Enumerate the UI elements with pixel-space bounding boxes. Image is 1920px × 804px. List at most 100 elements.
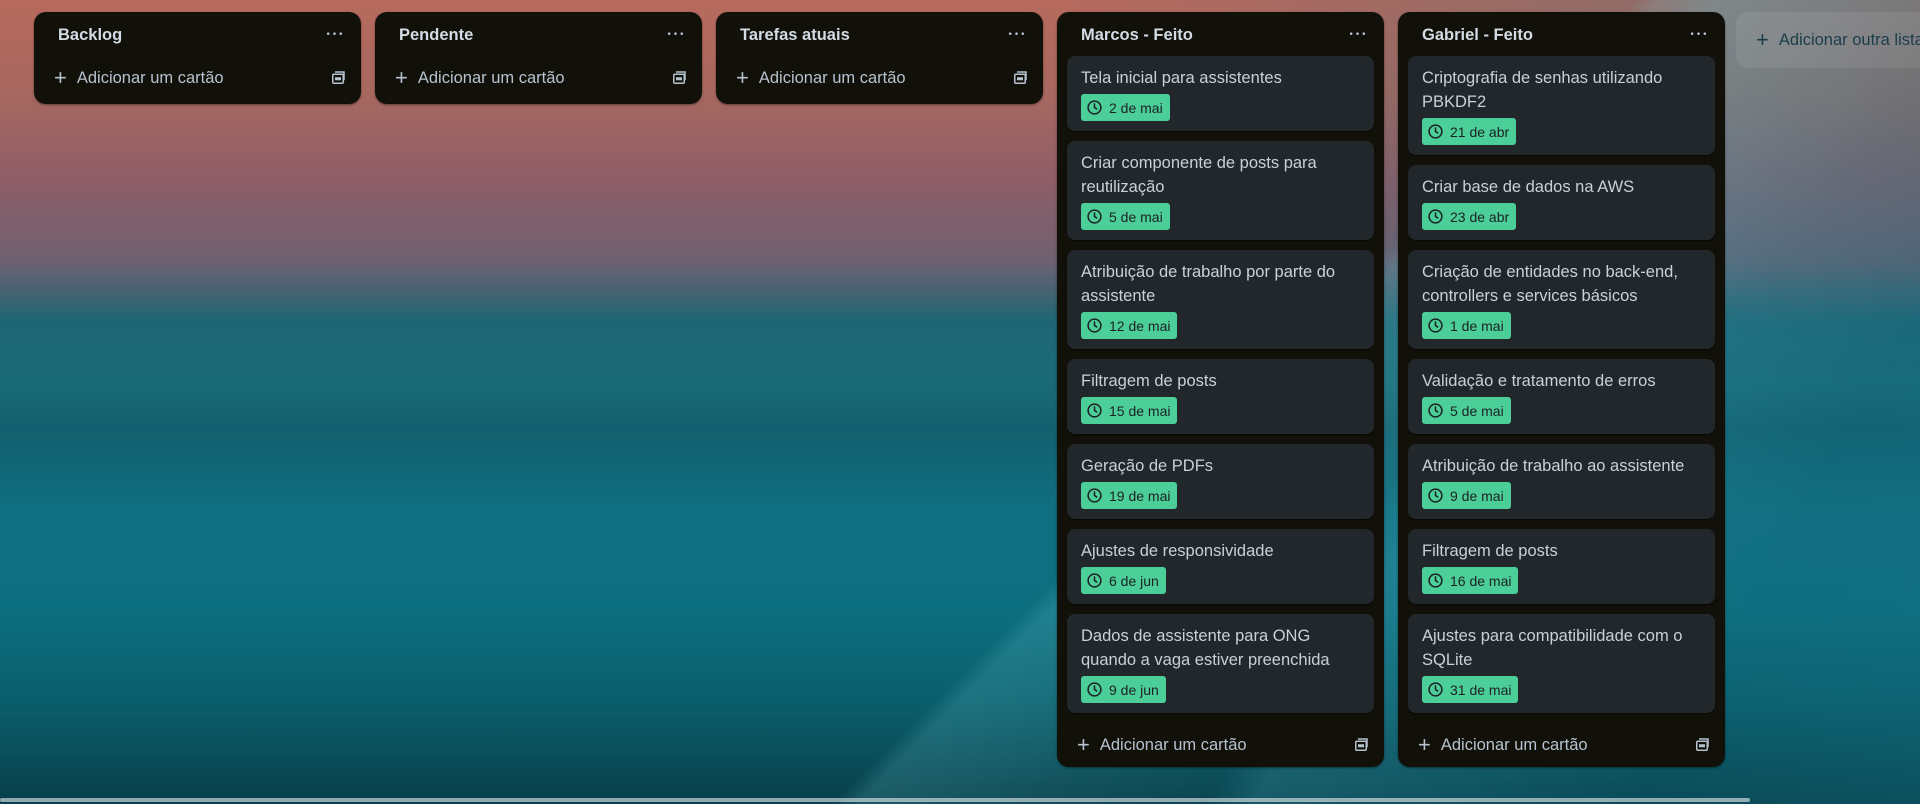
list-title[interactable]: Tarefas atuais (740, 26, 850, 45)
card[interactable]: Atribuição de trabalho ao assistente 9 de… (1408, 444, 1715, 519)
horizontal-scrollbar[interactable] (0, 798, 1750, 802)
due-date-badge[interactable]: 1 de mai (1422, 312, 1511, 339)
list-4[interactable]: Gabriel - Feito ••• Criptografia de senhas… (1398, 12, 1725, 767)
due-date-text: 23 de abr (1450, 208, 1510, 225)
list-header: Pendente ••• (375, 12, 702, 52)
more-icon[interactable]: ••• (1005, 23, 1029, 47)
clock-icon (1086, 487, 1103, 504)
list-0[interactable]: Backlog ••• + Adicionar um cartão (34, 12, 361, 104)
due-date-badge[interactable]: 21 de abr (1422, 118, 1517, 145)
card-list: Tela inicial para assistentes 2 de mai Cri… (1057, 52, 1384, 713)
card-template-icon[interactable] (670, 69, 688, 87)
add-list-label: Adicionar outra lista (1778, 30, 1920, 49)
card-title: Criação de entidades no back-end, contro… (1422, 263, 1678, 305)
list-2[interactable]: Tarefas atuais ••• + Adicionar um cartão (716, 12, 1043, 104)
add-card-button[interactable]: + Adicionar um cartão (1418, 734, 1588, 756)
card-template-icon[interactable] (1352, 736, 1370, 754)
list-footer: + Adicionar um cartão (34, 52, 361, 104)
clock-icon (1086, 317, 1103, 334)
add-card-label: Adicionar um cartão (417, 68, 565, 87)
due-date-badge[interactable]: 15 de mai (1081, 397, 1178, 424)
add-card-label: Adicionar um cartão (1099, 735, 1247, 754)
due-date-badge[interactable]: 12 de mai (1081, 312, 1178, 339)
add-card-label: Adicionar um cartão (76, 68, 224, 87)
add-list-button[interactable]: + Adicionar outra lista (1736, 12, 1920, 68)
card[interactable]: Criar componente de posts para reutiliza… (1067, 141, 1374, 240)
due-date-text: 19 de mai (1109, 487, 1171, 504)
more-icon[interactable]: ••• (323, 23, 347, 47)
list-header: Backlog ••• (34, 12, 361, 52)
clock-icon (1086, 208, 1103, 225)
card-template-icon[interactable] (1011, 69, 1029, 87)
plus-icon: + (395, 65, 408, 90)
more-icon[interactable]: ••• (1687, 23, 1711, 47)
due-date-badge[interactable]: 31 de mai (1422, 676, 1519, 703)
clock-icon (1427, 681, 1444, 698)
card-title: Tela inicial para assistentes (1081, 69, 1282, 87)
due-date-badge[interactable]: 2 de mai (1081, 94, 1170, 121)
due-date-badge[interactable]: 19 de mai (1081, 482, 1178, 509)
due-date-badge[interactable]: 5 de mai (1081, 203, 1170, 230)
card-template-icon[interactable] (329, 69, 347, 87)
list-title[interactable]: Gabriel - Feito (1422, 26, 1533, 45)
due-date-badge[interactable]: 6 de jun (1081, 567, 1166, 594)
card-title: Filtragem de posts (1422, 542, 1558, 560)
due-date-text: 1 de mai (1450, 317, 1504, 334)
clock-icon (1086, 681, 1103, 698)
card[interactable]: Criar base de dados na AWS 23 de abr (1408, 165, 1715, 240)
card[interactable]: Filtragem de posts 15 de mai (1067, 359, 1374, 434)
due-date-badge[interactable]: 16 de mai (1422, 567, 1519, 594)
list-title[interactable]: Backlog (58, 26, 122, 45)
due-date-text: 15 de mai (1109, 402, 1171, 419)
card-template-icon[interactable] (1693, 736, 1711, 754)
clock-icon (1086, 572, 1103, 589)
clock-icon (1427, 402, 1444, 419)
card[interactable]: Dados de assistente para ONG quando a va… (1067, 614, 1374, 713)
add-card-button[interactable]: + Adicionar um cartão (54, 67, 224, 89)
list-footer: + Adicionar um cartão (716, 52, 1043, 104)
card[interactable]: Ajustes para compatibilidade com o SQLit… (1408, 614, 1715, 713)
list-header: Marcos - Feito ••• (1057, 12, 1384, 52)
plus-icon: + (736, 65, 749, 90)
more-icon[interactable]: ••• (664, 23, 688, 47)
plus-icon: + (54, 65, 67, 90)
plus-icon: + (1077, 732, 1090, 757)
card[interactable]: Atribuição de trabalho por parte do assi… (1067, 250, 1374, 349)
card[interactable]: Criação de entidades no back-end, contro… (1408, 250, 1715, 349)
card[interactable]: Validação e tratamento de erros 5 de mai (1408, 359, 1715, 434)
add-card-button[interactable]: + Adicionar um cartão (1077, 734, 1247, 756)
plus-icon: + (1756, 27, 1769, 52)
due-date-badge[interactable]: 5 de mai (1422, 397, 1511, 424)
list-header: Tarefas atuais ••• (716, 12, 1043, 52)
list-header: Gabriel - Feito ••• (1398, 12, 1725, 52)
plus-icon: + (1418, 732, 1431, 757)
due-date-text: 21 de abr (1450, 123, 1510, 140)
due-date-text: 31 de mai (1450, 681, 1512, 698)
due-date-text: 16 de mai (1450, 572, 1512, 589)
card[interactable]: Tela inicial para assistentes 2 de mai (1067, 56, 1374, 131)
card-title: Ajustes de responsividade (1081, 542, 1274, 560)
list-title[interactable]: Pendente (399, 26, 473, 45)
add-card-button[interactable]: + Adicionar um cartão (395, 67, 565, 89)
list-title[interactable]: Marcos - Feito (1081, 26, 1193, 45)
card-title: Filtragem de posts (1081, 372, 1217, 390)
clock-icon (1427, 123, 1444, 140)
list-1[interactable]: Pendente ••• + Adicionar um cartão (375, 12, 702, 104)
due-date-badge[interactable]: 9 de mai (1422, 482, 1511, 509)
due-date-badge[interactable]: 9 de jun (1081, 676, 1166, 703)
card[interactable]: Filtragem de posts 16 de mai (1408, 529, 1715, 604)
list-3[interactable]: Marcos - Feito ••• Tela inicial para assis… (1057, 12, 1384, 767)
due-date-badge[interactable]: 23 de abr (1422, 203, 1517, 230)
card-list: Criptografia de senhas utilizando PBKDF2… (1398, 52, 1725, 713)
card[interactable]: Criptografia de senhas utilizando PBKDF2… (1408, 56, 1715, 155)
clock-icon (1427, 317, 1444, 334)
due-date-text: 9 de mai (1450, 487, 1504, 504)
add-card-button[interactable]: + Adicionar um cartão (736, 67, 906, 89)
more-icon[interactable]: ••• (1346, 23, 1370, 47)
card[interactable]: Geração de PDFs 19 de mai (1067, 444, 1374, 519)
board: Backlog ••• + Adicionar um cartão Pendente ••… (0, 0, 1920, 804)
lists-container: Backlog ••• + Adicionar um cartão Pendente ••… (34, 12, 1725, 767)
due-date-text: 9 de jun (1109, 681, 1159, 698)
card[interactable]: Ajustes de responsividade 6 de jun (1067, 529, 1374, 604)
clock-icon (1427, 572, 1444, 589)
